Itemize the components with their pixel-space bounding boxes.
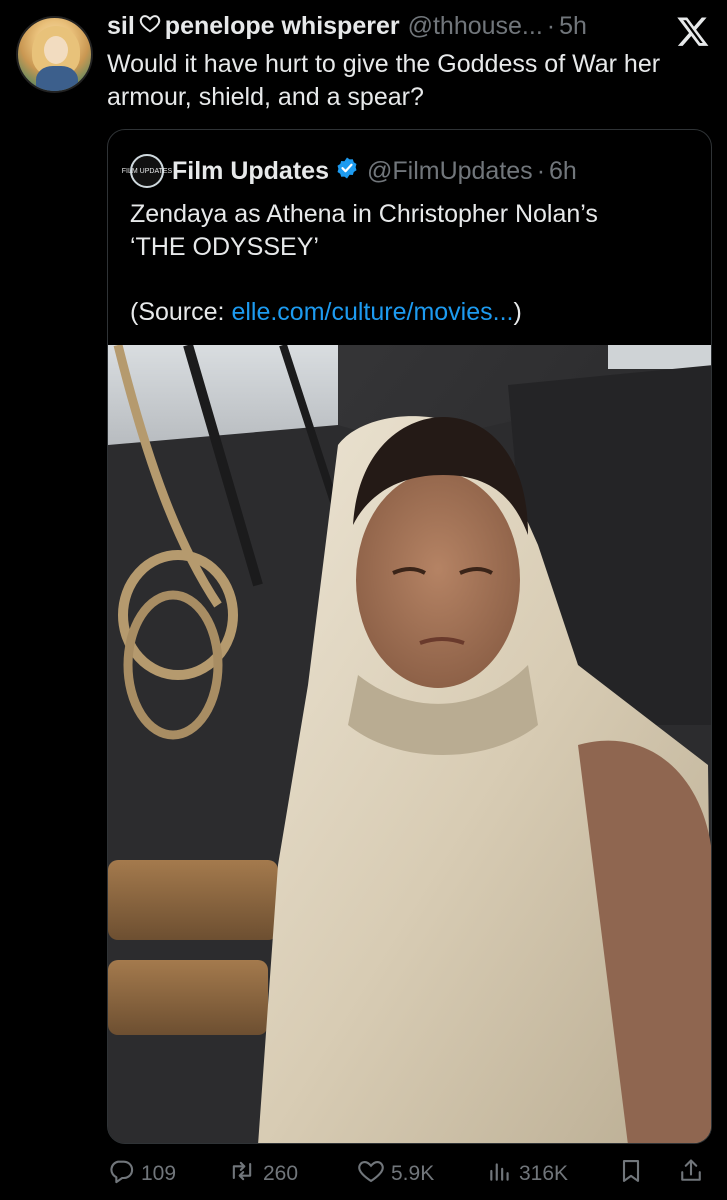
tweet-header: sil penelope whisperer @thhouse... · 5h (107, 12, 667, 52)
tweet-time[interactable]: 5h (559, 12, 587, 41)
quote-text-line2: ‘THE ODYSSEY’ (130, 233, 319, 261)
views-icon (487, 1157, 519, 1191)
quote-header: FILM UPDATES Film Updates @FilmUpdates ·… (122, 154, 577, 188)
source-link[interactable]: elle.com/culture/movies... (231, 298, 513, 326)
user-handle[interactable]: @thhouse... (408, 12, 543, 41)
photo-sky-right (608, 345, 711, 369)
verified-badge-icon (335, 156, 359, 187)
x-logo-icon (676, 14, 710, 48)
display-name-rest[interactable]: penelope whisperer (165, 12, 400, 41)
views-count: 316K (519, 1162, 569, 1185)
reply-count: 109 (141, 1162, 177, 1185)
quote-handle[interactable]: @FilmUpdates (367, 157, 533, 186)
share-button[interactable] (677, 1157, 711, 1191)
like-icon (357, 1157, 391, 1191)
source-prefix: (Source: (130, 298, 232, 326)
repost-count: 260 (263, 1162, 299, 1185)
user-avatar[interactable] (16, 16, 93, 93)
quote-display-name[interactable]: Film Updates (172, 157, 329, 186)
tweet-actions: 109 260 5.9K 316K (107, 1157, 712, 1191)
separator-dot: · (546, 12, 556, 40)
quote-text: Zendaya as Athena in Christopher Nolan’s… (130, 198, 690, 264)
photo-log-2 (108, 960, 268, 1035)
quote-photo[interactable] (108, 345, 711, 1143)
tweet-text: Would it have hurt to give the Goddess o… (107, 50, 661, 111)
quote-separator-dot: · (536, 156, 546, 185)
source-suffix: ) (513, 298, 522, 326)
quote-source: (Source: elle.com/culture/movies...) (130, 298, 522, 327)
bookmark-icon (617, 1157, 651, 1191)
display-name[interactable]: sil (107, 12, 135, 41)
views-button[interactable]: 316K (487, 1157, 568, 1191)
repost-icon (227, 1157, 263, 1191)
like-button[interactable]: 5.9K (357, 1157, 434, 1191)
quoted-tweet[interactable]: FILM UPDATES Film Updates @FilmUpdates ·… (107, 129, 712, 1144)
photo-log (108, 860, 278, 940)
repost-button[interactable]: 260 (227, 1157, 298, 1191)
reply-button[interactable]: 109 (107, 1157, 176, 1191)
reply-icon (107, 1157, 141, 1191)
photo-face (356, 472, 520, 688)
like-count: 5.9K (391, 1162, 435, 1185)
heart-outline-icon (139, 12, 161, 41)
avatar-face (44, 36, 68, 64)
share-icon (677, 1157, 711, 1191)
quote-avatar[interactable]: FILM UPDATES (122, 154, 172, 188)
quote-text-line1: Zendaya as Athena in Christopher Nolan’s (130, 200, 598, 228)
avatar-dress (36, 66, 78, 91)
bookmark-button[interactable] (617, 1157, 651, 1191)
quote-time[interactable]: 6h (549, 157, 577, 186)
